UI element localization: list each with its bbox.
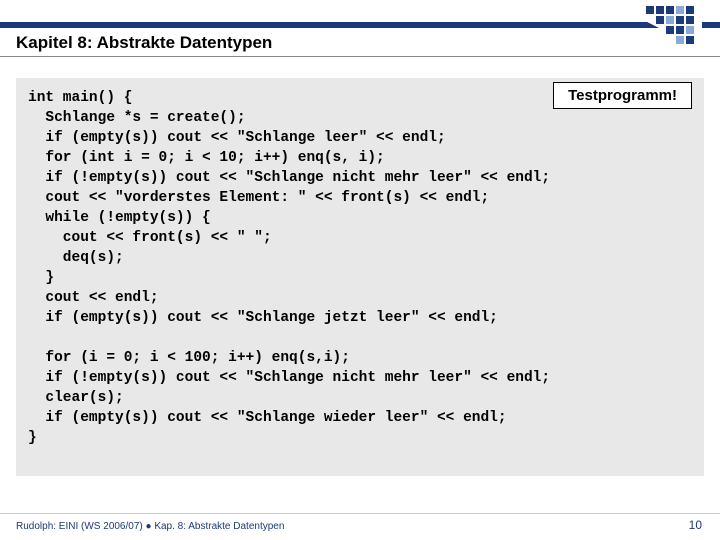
title-underline — [0, 56, 720, 57]
page-number: 10 — [689, 518, 702, 532]
corner-logo — [612, 4, 702, 50]
footer-text: Rudolph: EINI (WS 2006/07) ● Kap. 8: Abs… — [16, 521, 284, 532]
footer-divider — [0, 513, 720, 514]
callout-box: Testprogramm! — [553, 82, 692, 109]
chapter-title: Kapitel 8: Abstrakte Datentypen — [16, 33, 272, 53]
code-block: int main() { Schlange *s = create(); if … — [16, 78, 704, 476]
